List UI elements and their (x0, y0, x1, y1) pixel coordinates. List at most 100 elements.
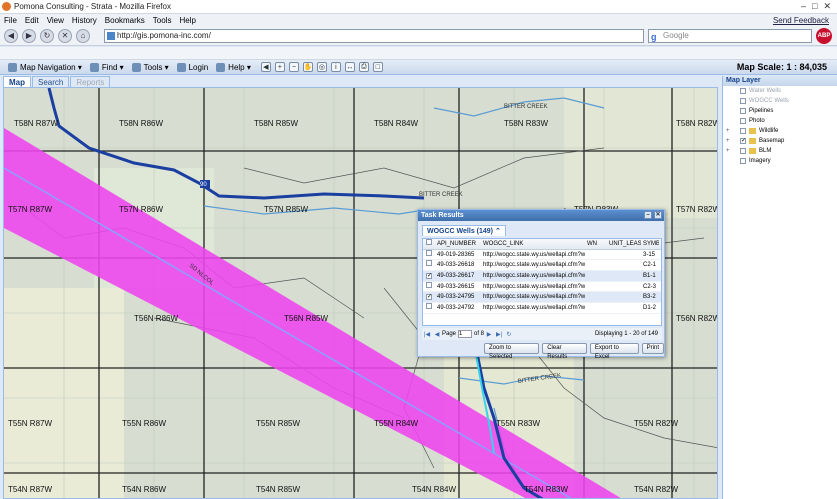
expand-icon[interactable]: + (726, 128, 732, 134)
menu-help[interactable]: Help (175, 16, 199, 25)
clear-icon[interactable]: □ (372, 62, 383, 72)
tab-reports[interactable]: Reports (70, 76, 111, 87)
print-button[interactable]: Print (641, 343, 664, 354)
row-checkbox[interactable] (423, 249, 435, 260)
layer-item[interactable]: + BLM (723, 146, 837, 156)
minimize-icon[interactable]: – (644, 211, 652, 219)
layer-item[interactable]: Pipelines (723, 106, 837, 116)
column-header[interactable]: WOGCC_LINK (481, 239, 585, 249)
find-menu[interactable]: Find ▾ (89, 62, 124, 72)
layer-checkbox[interactable] (740, 128, 746, 134)
zoom-to-selected-button[interactable]: Zoom to Selected (484, 343, 540, 360)
last-page-icon[interactable]: ▶| (494, 331, 504, 338)
column-header[interactable]: API_NUMBER (435, 239, 481, 249)
layer-item[interactable]: Water Wells (723, 86, 837, 96)
layer-item[interactable]: + Wildlife (723, 126, 837, 136)
expand-icon[interactable]: + (726, 148, 732, 154)
row-checkbox[interactable] (423, 260, 435, 270)
zoom-out-icon[interactable]: − (288, 62, 299, 72)
identify-icon[interactable]: i (330, 62, 341, 72)
layer-checkbox[interactable] (740, 148, 746, 154)
maximize-icon[interactable]: □ (812, 1, 817, 12)
forward-icon[interactable]: ▶ (22, 28, 36, 43)
refresh-icon[interactable]: ↻ (504, 331, 514, 338)
menu-file[interactable]: File (0, 16, 21, 25)
wogcc-link-cell[interactable]: http://wogcc.state.wy.us/wellapi.cfm?wsd… (481, 250, 585, 260)
layer-checkbox[interactable] (740, 98, 746, 104)
close-icon[interactable]: ✕ (654, 211, 662, 219)
table-row[interactable]: 49-033-26615 http://wogcc.state.wy.us/wel… (423, 281, 661, 293)
layer-checkbox[interactable] (740, 88, 746, 94)
table-row[interactable]: 49-033-24792 http://wogcc.state.wy.us/wel… (423, 303, 661, 314)
url-bar[interactable]: http://gis.pomona-inc.com/ (104, 29, 644, 43)
map-navigation-menu[interactable]: Map Navigation ▾ (8, 62, 82, 72)
layer-checkbox[interactable] (740, 118, 746, 124)
table-row[interactable]: ✓ 49-033-26617 http://wogcc.state.wy.us/we… (423, 271, 661, 282)
tab-map[interactable]: Map (3, 76, 31, 87)
menu-tools[interactable]: Tools (149, 16, 176, 25)
print-icon[interactable]: ⎙ (358, 62, 369, 72)
zoom-in-icon[interactable]: + (274, 62, 285, 72)
column-header[interactable]: UNIT_LEASE (607, 239, 641, 249)
login-button[interactable]: Login (176, 62, 208, 72)
measure-icon[interactable]: ↔ (344, 62, 355, 72)
stop-icon[interactable]: ✕ (58, 28, 72, 43)
layer-item[interactable]: + ✓ Basemap (723, 136, 837, 146)
app-toolbar: Map Navigation ▾ Find ▾ Tools ▾ Login He… (0, 60, 837, 75)
unit-lease-cell (607, 303, 641, 313)
row-checkbox[interactable] (423, 281, 435, 292)
column-header[interactable]: WN (585, 239, 607, 249)
page-label: Page (442, 331, 457, 337)
close-icon[interactable]: ✕ (823, 1, 831, 12)
reload-icon[interactable]: ↻ (40, 28, 54, 43)
grid-pager: |◀ ◀ Page of 8 ▶ ▶| ↻ Displaying 1 - 20 … (422, 328, 662, 340)
row-checkbox[interactable]: ✓ (423, 271, 435, 281)
table-row[interactable]: ✓ 49-033-24795 http://wogcc.state.wy.us/we… (423, 292, 661, 304)
table-row[interactable]: 49-033-26618 http://wogcc.state.wy.us/wel… (423, 260, 661, 272)
send-feedback-link[interactable]: Send Feedback (769, 16, 837, 25)
row-checkbox[interactable] (423, 303, 435, 313)
layer-item[interactable]: Photo (723, 116, 837, 126)
help-menu[interactable]: Help ▾ (216, 62, 251, 72)
tools-menu[interactable]: Tools ▾ (131, 62, 169, 72)
adblock-icon[interactable]: ABP (816, 28, 832, 44)
prev-page-icon[interactable]: ◀ (432, 331, 442, 338)
menu-bookmarks[interactable]: Bookmarks (101, 16, 149, 25)
home-icon[interactable]: ⌂ (76, 28, 90, 43)
next-page-icon[interactable]: ▶ (484, 331, 494, 338)
back-icon[interactable]: ◀ (4, 28, 18, 43)
unit-lease-cell (607, 271, 641, 281)
column-header[interactable]: SYMBOL (641, 239, 659, 249)
wogcc-link-cell[interactable]: http://wogcc.state.wy.us/wellapi.cfm?wsd… (481, 271, 585, 281)
menu-view[interactable]: View (43, 16, 68, 25)
layer-item[interactable]: Imagery (723, 156, 837, 166)
search-input[interactable]: g Google (648, 29, 812, 43)
minimize-icon[interactable]: – (801, 1, 806, 12)
wogcc-link-cell[interactable]: http://wogcc.state.wy.us/wellapi.cfm?wsd… (481, 260, 585, 270)
layer-checkbox[interactable] (740, 108, 746, 114)
expand-icon[interactable]: + (726, 138, 732, 144)
layer-checkbox[interactable]: ✓ (740, 138, 746, 144)
page-input[interactable] (458, 330, 473, 338)
township-label: T55N R85W (256, 419, 300, 428)
menu-history[interactable]: History (68, 16, 101, 25)
wogcc-link-cell[interactable]: http://wogcc.state.wy.us/wellapi.cfm?wsd… (481, 282, 585, 292)
select-all-checkbox[interactable] (423, 239, 435, 249)
wogcc-link-cell[interactable]: http://wogcc.state.wy.us/wellapi.cfm?wsd… (481, 292, 585, 302)
pan-hand-icon[interactable]: ✋ (302, 62, 313, 72)
back-extent-icon[interactable]: ◀ (260, 62, 271, 72)
task-results-window[interactable]: Task Results – ✕ WOGCC Wells (149) ⌃ API… (417, 209, 665, 360)
export-to-excel-button[interactable]: Export to Excel (589, 343, 639, 360)
tab-search[interactable]: Search (32, 76, 70, 87)
row-checkbox[interactable]: ✓ (423, 292, 435, 302)
menu-edit[interactable]: Edit (21, 16, 43, 25)
full-extent-icon[interactable]: ◎ (316, 62, 327, 72)
table-row[interactable]: 49-019-28365 http://wogcc.state.wy.us/wel… (423, 249, 661, 261)
first-page-icon[interactable]: |◀ (422, 331, 432, 338)
layer-item[interactable]: WOGCC Wells (723, 96, 837, 106)
window-controls[interactable]: – □ ✕ (801, 1, 837, 12)
tab-wogcc-wells[interactable]: WOGCC Wells (149) ⌃ (422, 225, 506, 236)
clear-results-button[interactable]: Clear Results (542, 343, 587, 360)
wogcc-link-cell[interactable]: http://wogcc.state.wy.us/wellapi.cfm?wsd… (481, 303, 585, 313)
layer-checkbox[interactable] (740, 158, 746, 164)
